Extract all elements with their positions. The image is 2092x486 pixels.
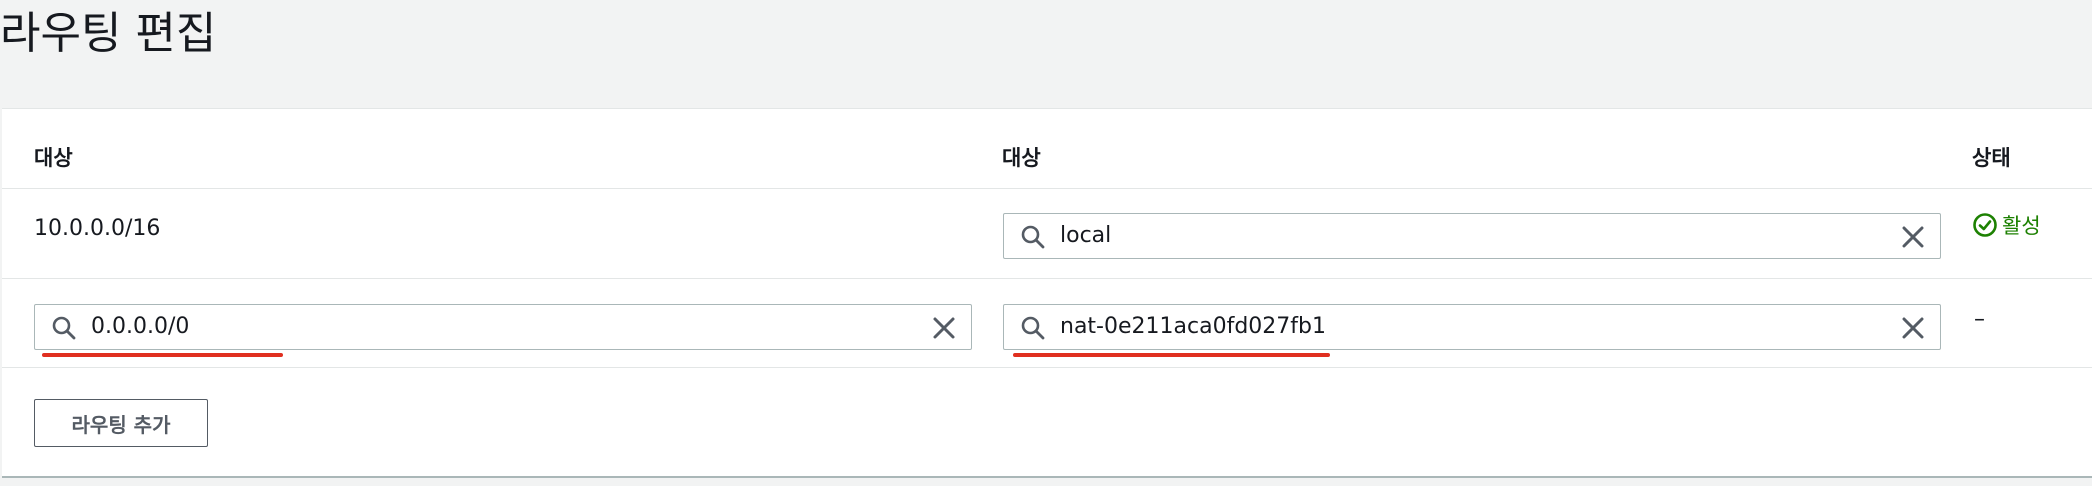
- close-icon[interactable]: [931, 315, 957, 341]
- routes-table: 대상 대상 상태 10.0.0.0/16 local 활성 0.0.0.0/0 …: [2, 108, 2092, 478]
- status-text: 활성: [2002, 214, 2041, 238]
- row-divider: [2, 367, 2092, 368]
- search-icon: [1021, 316, 1045, 340]
- target-highlight-underline: [1013, 353, 1330, 357]
- close-icon[interactable]: [1900, 224, 1926, 250]
- check-circle-icon: [1973, 213, 1997, 237]
- target-search-input[interactable]: nat-0e211aca0fd027fb1: [1003, 304, 1941, 350]
- close-icon[interactable]: [1900, 315, 1926, 341]
- column-header-destination: 대상: [34, 146, 73, 170]
- search-icon: [1021, 225, 1045, 249]
- header-divider: [2, 188, 2092, 189]
- row-divider: [2, 278, 2092, 279]
- status-text: –: [1974, 307, 1985, 332]
- search-icon: [52, 316, 76, 340]
- target-search-input[interactable]: local: [1003, 213, 1941, 259]
- column-header-status: 상태: [1972, 146, 2011, 170]
- destination-search-input[interactable]: 0.0.0.0/0: [34, 304, 972, 350]
- page-header: 라우팅 편집: [0, 0, 2092, 108]
- destination-text: 10.0.0.0/16: [34, 216, 161, 241]
- status-badge: 활성: [1972, 211, 2041, 241]
- page-title: 라우팅 편집: [0, 8, 217, 59]
- add-route-button[interactable]: 라우팅 추가: [34, 399, 208, 447]
- destination-value: 0.0.0.0/0: [91, 314, 190, 339]
- column-header-target: 대상: [1002, 146, 1041, 170]
- destination-highlight-underline: [42, 353, 283, 357]
- target-value: local: [1060, 223, 1112, 248]
- target-value: nat-0e211aca0fd027fb1: [1060, 314, 1326, 339]
